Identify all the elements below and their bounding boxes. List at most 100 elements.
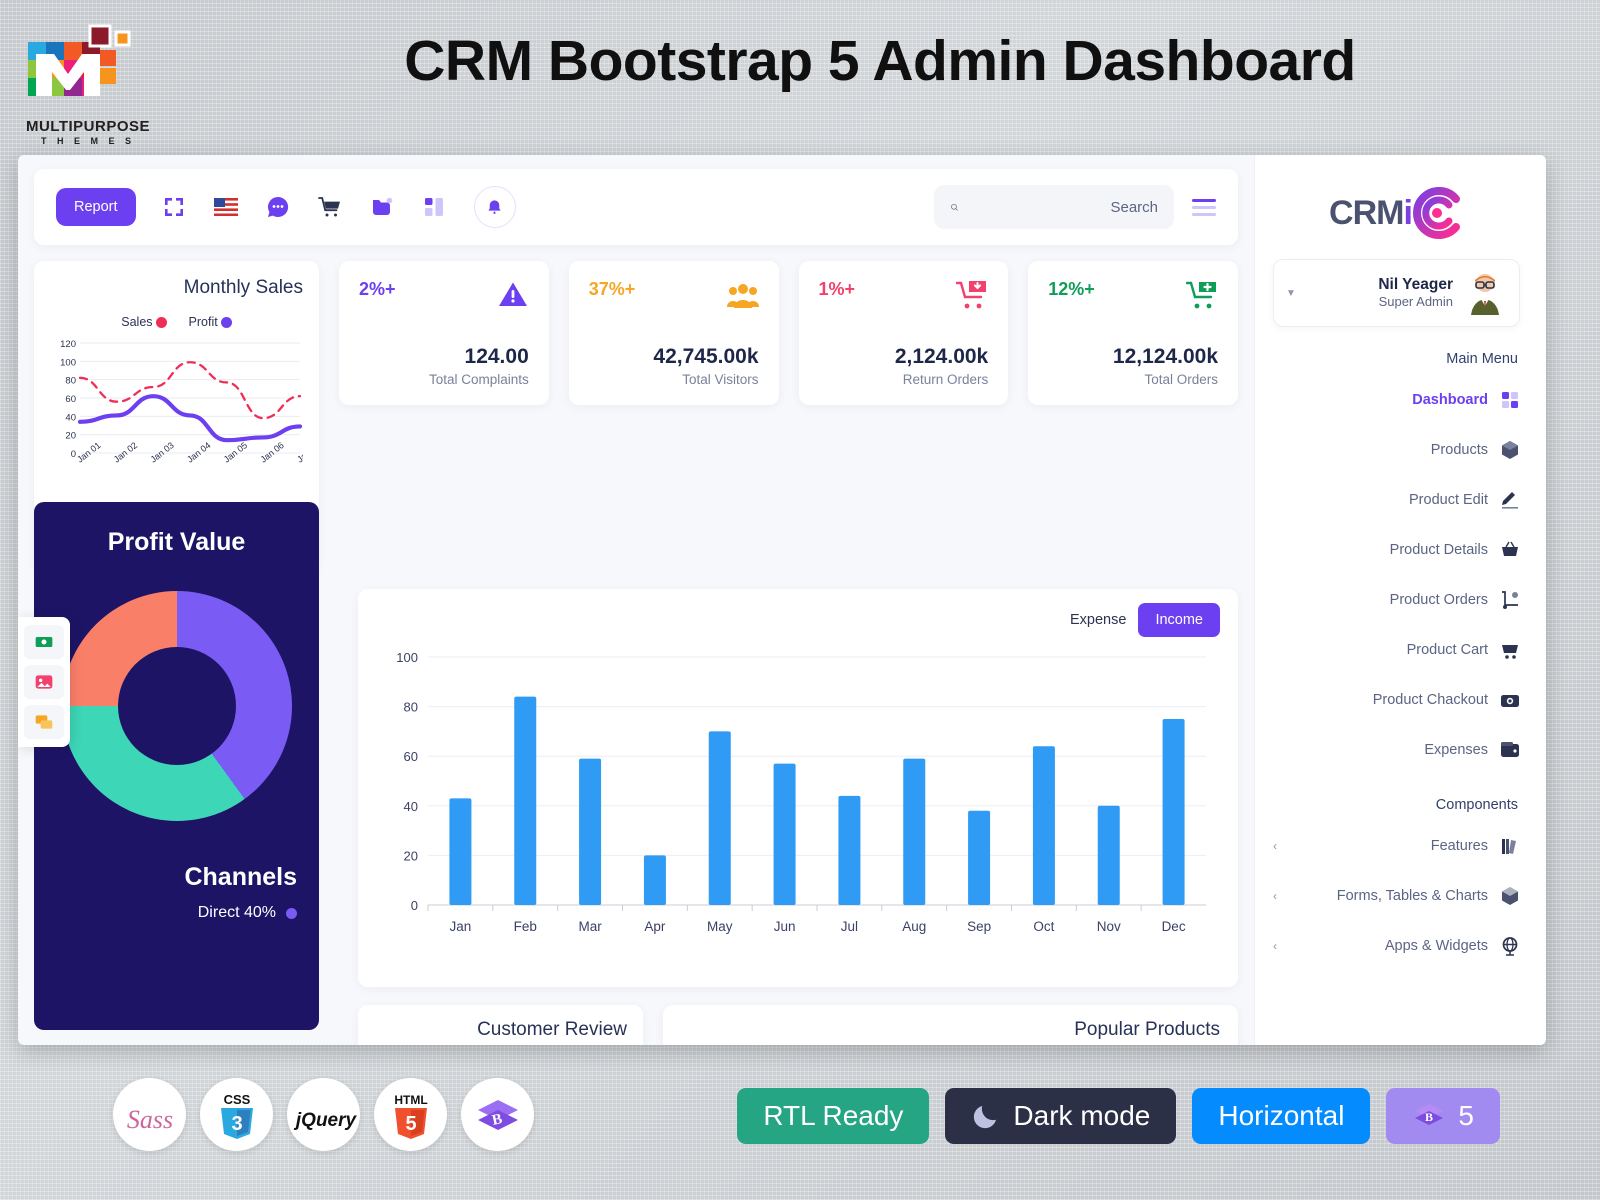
sidebar-item-label: Product Details: [1389, 542, 1488, 558]
usa-flag-icon[interactable]: [213, 195, 238, 219]
search-input[interactable]: [959, 198, 1158, 216]
logo-mark-icon: [28, 24, 131, 96]
kpi-label: Total Orders: [1144, 372, 1218, 387]
tech-badge-css3: CSS 3: [200, 1078, 273, 1151]
users-icon: [726, 284, 759, 308]
notifications-button[interactable]: [473, 186, 516, 228]
sidebar-item-label: Products: [1430, 442, 1488, 458]
svg-text:Jan 03: Jan 03: [148, 440, 175, 465]
footer-button-rtl-ready[interactable]: RTL Ready: [737, 1088, 930, 1144]
svg-text:Jan 05: Jan 05: [222, 440, 249, 465]
money-icon[interactable]: [24, 625, 64, 659]
footer-button-label: Dark mode: [1013, 1100, 1151, 1131]
bootstrap-icon: B: [1415, 1104, 1444, 1125]
legend-profit-dot: [220, 316, 232, 328]
tech-badge-html5: HTML 5: [374, 1078, 447, 1151]
svg-text:Jul: Jul: [841, 919, 858, 934]
profit-value-card: Profit Value Channels Direct 40%: [34, 502, 319, 1030]
svg-text:60: 60: [404, 749, 418, 764]
svg-text:80: 80: [65, 376, 76, 387]
footer-button-horizontal[interactable]: Horizontal: [1192, 1088, 1371, 1144]
image-icon[interactable]: [24, 665, 64, 699]
income-expense-card: Expense Income 0 20 40 60 80 100 Jan Feb Mar Apr M…: [358, 589, 1238, 987]
kpi-percent: 2%+: [359, 279, 396, 299]
bar: [968, 810, 991, 905]
chevron-down-icon[interactable]: ▼: [1286, 288, 1296, 299]
svg-text:Jan: Jan: [450, 919, 472, 934]
report-button[interactable]: Report: [56, 188, 136, 226]
svg-text:0: 0: [411, 898, 418, 913]
sidebar: CRM i ▼ Nil Yeager Super Admin Main Menu…: [1254, 155, 1546, 1045]
sidebar-item-features[interactable]: ‹ Features: [1273, 821, 1520, 871]
globe-icon: [1502, 937, 1518, 956]
sidebar-item-label: Forms, Tables & Charts: [1336, 888, 1488, 904]
books-icon: [1502, 839, 1516, 854]
sidebar-item-label: Expenses: [1424, 742, 1488, 758]
svg-text:40: 40: [65, 412, 76, 423]
kpi-top: 37%+: [589, 279, 759, 311]
user-profile[interactable]: ▼ Nil Yeager Super Admin: [1273, 259, 1520, 327]
camera-icon: [1501, 695, 1519, 707]
kpi-percent: 1%+: [818, 279, 856, 299]
search-box[interactable]: [934, 185, 1174, 229]
sidebar-item-forms-tables-charts[interactable]: ‹ Forms, Tables & Charts: [1273, 871, 1520, 921]
box-icon: [1502, 441, 1518, 459]
sidebar-item-label: Features: [1430, 838, 1488, 854]
sidebar-item-label: Dashboard: [1412, 392, 1488, 408]
tech-badges: Sass CSS 3 jQuery HTML 5 B: [113, 1078, 534, 1151]
svg-text:Jun: Jun: [774, 919, 796, 934]
sidebar-item-expenses[interactable]: Expenses: [1273, 725, 1520, 775]
widgets-icon[interactable]: [422, 195, 446, 219]
svg-text:Jan 04: Jan 04: [185, 440, 212, 465]
chevron-left-icon[interactable]: ‹: [1273, 939, 1277, 953]
sidebar-item-product-chackout[interactable]: Product Chackout: [1273, 675, 1520, 725]
moon-icon: [974, 1106, 997, 1129]
sidebar-item-label: Product Edit: [1409, 492, 1488, 508]
app-window: CRM i ▼ Nil Yeager Super Admin Main Menu…: [18, 155, 1546, 1045]
chevron-left-icon[interactable]: ‹: [1273, 889, 1277, 903]
sidebar-item-products[interactable]: Products: [1273, 425, 1520, 475]
svg-text:B: B: [1425, 1110, 1433, 1124]
chat-icon[interactable]: [266, 195, 290, 219]
sidebar-item-product-edit[interactable]: Product Edit: [1273, 475, 1520, 525]
income-tab[interactable]: Income: [1138, 603, 1220, 637]
sidebar-item-product-details[interactable]: Product Details: [1273, 525, 1520, 575]
channel-direct-label: Direct 40%: [197, 904, 276, 921]
customer-review-title: Customer Review: [477, 1019, 627, 1040]
profile-text: Nil Yeager Super Admin: [1306, 275, 1453, 311]
channels-label: Channels: [184, 863, 297, 891]
jquery-icon: jQuery: [292, 1110, 357, 1131]
profit-donut-chart: [61, 591, 292, 821]
expense-tab[interactable]: Expense: [1070, 612, 1126, 628]
svg-text:Mar: Mar: [578, 919, 602, 934]
sidebar-item-label: Product Orders: [1389, 592, 1488, 608]
cart-icon[interactable]: [317, 195, 342, 219]
bar: [708, 731, 731, 905]
fullscreen-icon[interactable]: [162, 195, 186, 219]
warning-icon: [498, 282, 527, 306]
cart-plus-icon: [1186, 281, 1216, 309]
hamburger-icon[interactable]: [1192, 198, 1216, 216]
sidebar-item-product-orders[interactable]: Product Orders: [1273, 575, 1520, 625]
sidebar-item-product-cart[interactable]: Product Cart: [1273, 625, 1520, 675]
svg-text:CSS: CSS: [223, 1092, 250, 1107]
cart-down-icon: [956, 281, 987, 309]
svg-text:Jan 01: Jan 01: [75, 440, 102, 465]
crm-logo[interactable]: CRM i: [1273, 177, 1520, 249]
footer-button-label: Horizontal: [1218, 1100, 1345, 1131]
html5-icon: HTML 5: [394, 1093, 427, 1139]
chat-bubble-icon[interactable]: [24, 705, 64, 739]
monthly-sales-legend: Sales Profit: [50, 315, 303, 329]
sidebar-item-dashboard[interactable]: Dashboard: [1273, 375, 1520, 425]
popular-products-title: Popular Products: [1074, 1019, 1220, 1040]
footer-button-dark-mode[interactable]: Dark mode: [945, 1088, 1177, 1144]
sidebar-item-apps-widgets[interactable]: ‹ Apps & Widgets: [1273, 921, 1520, 971]
income-expense-toggle: Expense Income: [376, 603, 1220, 637]
svg-text:Jan 06: Jan 06: [258, 440, 285, 465]
svg-text:Nov: Nov: [1097, 919, 1121, 934]
chevron-left-icon[interactable]: ‹: [1273, 839, 1277, 853]
footer-button-5[interactable]: B5: [1386, 1088, 1500, 1144]
svg-text:jQuery: jQuery: [292, 1110, 357, 1131]
folder-icon[interactable]: [370, 195, 394, 219]
basket-icon: [1502, 541, 1518, 556]
